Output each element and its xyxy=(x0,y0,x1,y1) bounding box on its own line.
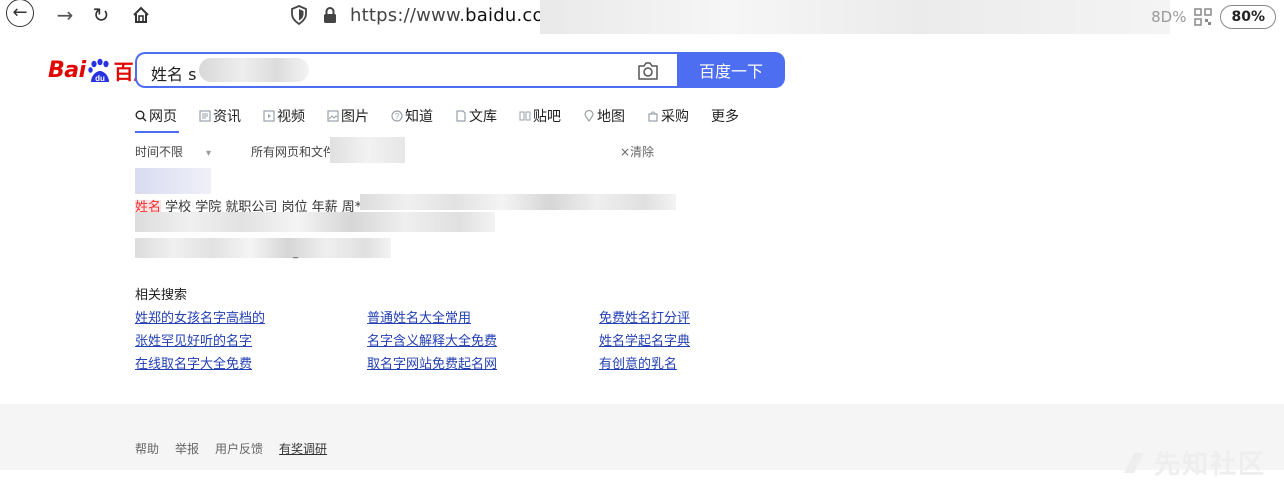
watermark: 先知社区 xyxy=(1120,444,1266,481)
image-icon xyxy=(327,110,339,122)
time-filter[interactable]: 时间不限 ▾ xyxy=(135,143,231,160)
url-domain: baidu.co xyxy=(465,4,544,26)
home-icon xyxy=(133,6,149,23)
footer-links: 帮助 举报 用户反馈 有奖调研 xyxy=(135,440,343,457)
question-icon: ? xyxy=(391,110,403,122)
reload-button[interactable]: ↻ xyxy=(88,0,114,30)
tab-tieba[interactable]: 贴吧 xyxy=(519,103,561,129)
related-link[interactable]: 名字含义解释大全免费 xyxy=(367,333,599,350)
related-link[interactable]: 姓郑的女孩名字高档的 xyxy=(135,310,367,327)
watermark-text: 先知社区 xyxy=(1153,450,1266,480)
redacted-snippet xyxy=(360,194,676,210)
redacted-url xyxy=(540,0,1170,34)
tab-more[interactable]: 更多 xyxy=(711,103,739,129)
tab-news[interactable]: 资讯 xyxy=(199,103,241,129)
related-searches: 姓郑的女孩名字高档的 普通姓名大全常用 免费姓名打分评 张姓罕见好听的名字 名字… xyxy=(135,310,831,373)
clear-filters-button[interactable]: ×清除 xyxy=(620,143,654,160)
related-link[interactable]: 普通姓名大全常用 xyxy=(367,310,599,327)
camera-icon[interactable] xyxy=(637,61,659,81)
tab-label: 采购 xyxy=(661,109,689,125)
related-link[interactable]: 有创意的乳名 xyxy=(599,356,831,373)
home-button[interactable] xyxy=(128,0,154,30)
address-bar[interactable]: https://www.baidu.co xyxy=(290,0,544,30)
related-link[interactable]: 取名字网站免费起名网 xyxy=(367,356,599,373)
url-prefix: https://www. xyxy=(350,4,466,26)
tab-label: 文库 xyxy=(469,109,497,125)
svg-text:du: du xyxy=(95,74,105,83)
doc-icon xyxy=(455,110,467,122)
footer-link-report[interactable]: 举报 xyxy=(175,440,199,457)
paw-icon: du xyxy=(87,58,113,84)
lock-icon[interactable] xyxy=(322,6,340,24)
related-link[interactable]: 在线取名字大全免费 xyxy=(135,356,367,373)
back-button[interactable]: ← xyxy=(0,0,40,30)
url-tail-text: 8D% xyxy=(1151,8,1187,26)
redacted-query xyxy=(199,58,309,82)
tab-wenku[interactable]: 文库 xyxy=(455,103,497,129)
tab-label: 视频 xyxy=(277,109,305,125)
redacted-result-title[interactable] xyxy=(135,168,211,194)
tab-map[interactable]: 地图 xyxy=(583,103,625,129)
tab-label: 知道 xyxy=(405,109,433,125)
video-icon xyxy=(263,110,275,122)
tieba-icon xyxy=(519,110,531,122)
redacted-snippet xyxy=(135,212,495,232)
page-footer: 帮助 举报 用户反馈 有奖调研 xyxy=(0,404,1284,470)
search-tabs: 网页 资讯 视频 图片 ? 知道 文库 贴吧 地图 采购 更多 xyxy=(135,103,761,133)
browser-right-controls: 8D% 80% xyxy=(1151,0,1284,34)
search-button[interactable]: 百度一下 xyxy=(677,52,785,88)
back-arrow-icon: ← xyxy=(6,0,34,27)
footer-link-feedback[interactable]: 用户反馈 xyxy=(215,440,263,457)
tab-label: 地图 xyxy=(597,109,625,125)
watermark-logo-icon xyxy=(1120,449,1148,477)
map-icon xyxy=(583,110,595,122)
tracking-shield-icon[interactable] xyxy=(290,5,310,25)
footer-link-survey[interactable]: 有奖调研 xyxy=(279,440,327,457)
tab-label: 图片 xyxy=(341,109,369,125)
search-box[interactable]: 姓名 s xyxy=(135,52,677,88)
url-text: https://www.baidu.co xyxy=(350,5,544,26)
caret-down-icon: ▾ xyxy=(206,148,212,159)
zoom-level-badge[interactable]: 80% xyxy=(1220,5,1276,29)
search-icon xyxy=(135,110,147,122)
tab-shop[interactable]: 采购 xyxy=(647,103,689,129)
related-link[interactable]: 姓名学起名字典 xyxy=(599,333,831,350)
scope-filter-label: 所有网页和文件 xyxy=(251,145,336,159)
browser-toolbar: ← → ↻ https://www.baidu.co 8D% 80% xyxy=(0,0,1284,36)
related-link[interactable]: 张姓罕见好听的名字 xyxy=(135,333,367,350)
tab-label: 更多 xyxy=(711,109,739,125)
redacted-snippet xyxy=(135,238,391,258)
tab-web[interactable]: 网页 xyxy=(135,103,179,133)
related-link[interactable]: 免费姓名打分评 xyxy=(599,310,831,327)
tab-video[interactable]: 视频 xyxy=(263,103,305,129)
tab-zhidao[interactable]: ? 知道 xyxy=(391,103,433,129)
related-searches-title: 相关搜索 xyxy=(135,288,188,303)
tab-label: 网页 xyxy=(149,109,177,125)
reload-icon: ↻ xyxy=(92,3,110,27)
qr-code-icon[interactable] xyxy=(1194,8,1213,26)
tab-images[interactable]: 图片 xyxy=(327,103,369,129)
time-filter-label: 时间不限 xyxy=(135,145,184,159)
forward-arrow-icon: → xyxy=(56,3,74,27)
svg-text:?: ? xyxy=(395,112,400,121)
news-icon xyxy=(199,110,211,122)
shop-icon xyxy=(647,110,659,122)
redacted-filter xyxy=(330,137,405,163)
forward-button[interactable]: → xyxy=(52,0,78,30)
result-marker: _ xyxy=(293,248,298,259)
footer-link-help[interactable]: 帮助 xyxy=(135,440,159,457)
search-input[interactable]: 姓名 s xyxy=(151,61,196,85)
tab-label: 贴吧 xyxy=(533,109,561,125)
tab-label: 资讯 xyxy=(213,109,241,125)
logo-text-left: Bai xyxy=(48,58,86,83)
